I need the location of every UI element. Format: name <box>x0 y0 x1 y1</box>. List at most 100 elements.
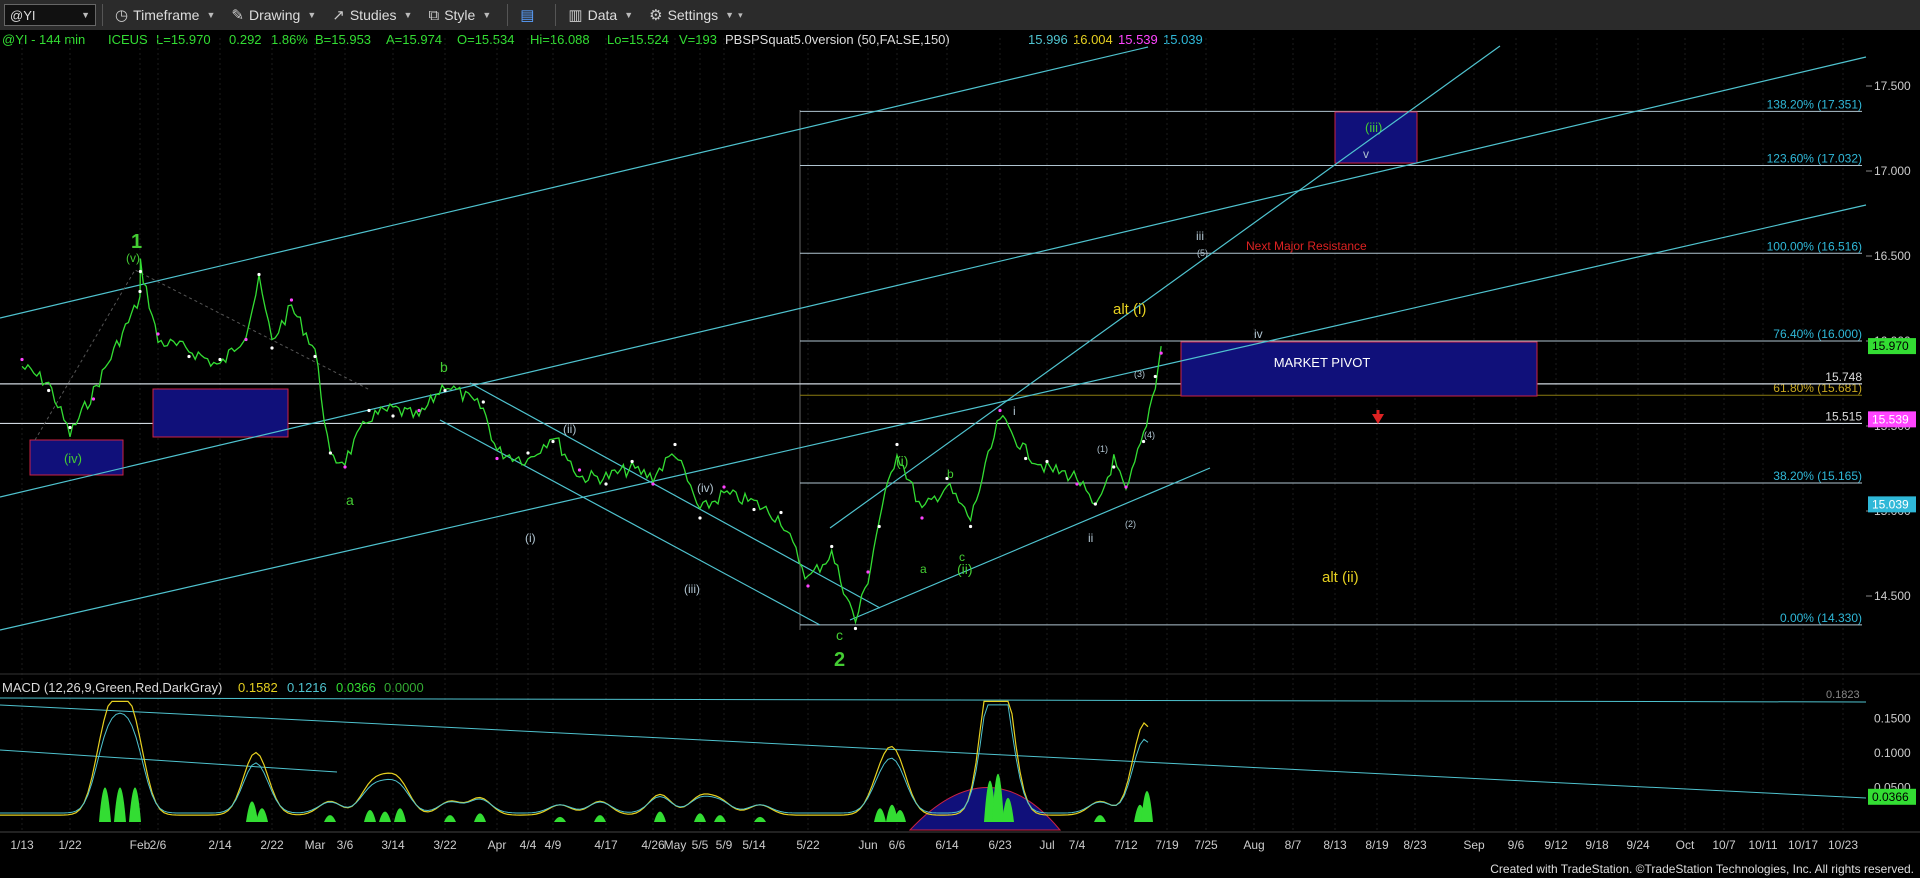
price-marker <box>289 298 294 302</box>
wave-ii-paren-label: (ii) <box>563 422 576 436</box>
x-tick-label: 2/6 <box>150 838 167 852</box>
studies-menu[interactable]: ↗ Studies ▼ <box>326 3 418 27</box>
x-tick-label: 3/6 <box>337 838 354 852</box>
price-marker <box>1093 502 1097 506</box>
studies-icon: ↗ <box>332 7 345 24</box>
price-marker <box>328 451 332 455</box>
price-marker <box>673 442 677 447</box>
x-tick-label: 8/13 <box>1323 838 1347 852</box>
x-tick-label: 10/11 <box>1748 838 1777 852</box>
x-tick-label: 7/25 <box>1194 838 1218 852</box>
wave-iv-small-label: iv <box>1254 327 1263 341</box>
x-tick-label: Feb <box>130 838 151 852</box>
chevron-down-icon: ▼ <box>307 10 317 20</box>
wave-iv-paren-label: (iv) <box>697 481 714 495</box>
study-name: PBSPSquat5.0version (50,FALSE,150) <box>725 32 950 47</box>
layout-button[interactable]: ▤ <box>514 3 545 27</box>
toolbar-divider <box>102 4 103 26</box>
price-marker <box>481 400 485 404</box>
price-marker <box>651 482 655 486</box>
price-marker <box>722 485 726 489</box>
price-marker <box>443 388 447 393</box>
price-marker <box>91 397 96 401</box>
price-marker <box>313 354 317 359</box>
net-change: 0.292 <box>229 32 262 47</box>
last-price: L=15.970 <box>156 32 211 47</box>
drawing-menu[interactable]: ✎ Drawing ▼ <box>225 3 322 27</box>
x-tick-label: 8/7 <box>1285 838 1302 852</box>
y-tick-label: 17.000 <box>1874 164 1911 178</box>
timeframe-label: Timeframe <box>133 7 200 23</box>
chevron-down-icon: ▼ <box>81 10 90 20</box>
price-marker <box>968 524 973 529</box>
x-tick-label: Mar <box>305 838 326 852</box>
x-tick-label: 7/4 <box>1069 838 1086 852</box>
x-tick-label: Aug <box>1243 838 1264 852</box>
style-menu[interactable]: ⧉ Style ▼ <box>422 3 497 27</box>
y-tick-label: 17.500 <box>1874 79 1911 93</box>
macd-hist-value: 0.0366 <box>336 680 376 695</box>
volume: V=193 <box>679 32 717 47</box>
data-menu[interactable]: ▥ Data ▼ <box>562 3 639 27</box>
pencil-icon: ✎ <box>231 7 244 24</box>
chart-area[interactable]: @YI - 144 min ICEUS L=15.970 0.292 1.86%… <box>0 30 1920 878</box>
price-marker <box>244 337 248 342</box>
chevron-down-icon: ▾ <box>738 9 743 20</box>
x-tick-label: 6/23 <box>988 838 1012 852</box>
level-label: 15.515 <box>1825 409 1862 423</box>
price-marker <box>551 439 555 444</box>
fib-level-label: 38.20% (15.165) <box>1773 469 1862 483</box>
macd-y-label: 0.1500 <box>1874 712 1911 726</box>
price-marker <box>156 332 160 336</box>
price-marker <box>1024 456 1028 461</box>
macd-zero-value: 0.0000 <box>384 680 424 695</box>
wave-a-label: a <box>346 492 354 508</box>
symbol-selector[interactable]: @YI ▼ <box>4 4 96 26</box>
y-tick-label: 16.500 <box>1874 249 1911 263</box>
timeframe-menu[interactable]: ◷ Timeframe ▼ <box>109 3 221 27</box>
x-tick-label: 1/13 <box>10 838 34 852</box>
price-marker <box>417 408 421 413</box>
macd-value: 0.1582 <box>238 680 278 695</box>
low-price: Lo=15.524 <box>607 32 669 47</box>
price-marker <box>920 516 924 520</box>
x-tick-label: Oct <box>1676 838 1695 852</box>
wave-ii-small-label: ii <box>1088 531 1093 545</box>
price-marker <box>895 442 899 447</box>
x-tick-label: 6/14 <box>935 838 959 852</box>
price-marker <box>526 451 530 455</box>
next-resistance-label: Next Major Resistance <box>1246 239 1367 253</box>
price-marker <box>830 544 834 549</box>
price-marker <box>495 456 499 461</box>
price-marker <box>866 570 870 574</box>
x-tick-label: 4/9 <box>545 838 562 852</box>
clock-icon: ◷ <box>115 7 129 24</box>
alt-i-label: alt (i) <box>1113 301 1146 318</box>
price-marker <box>604 482 608 486</box>
macd-label: MACD (12,26,9,Green,Red,DarkGray) <box>2 680 222 695</box>
wave-a-small-label: a <box>920 562 927 576</box>
fib-level-label: 123.60% (17.032) <box>1767 152 1862 166</box>
wave-4-small-label: (4) <box>1144 430 1155 440</box>
price-marker <box>47 388 51 393</box>
chevron-down-icon: ▼ <box>403 10 413 20</box>
x-tick-label: 9/18 <box>1585 838 1609 852</box>
level-label: 15.748 <box>1825 370 1862 384</box>
chevron-down-icon: ▼ <box>725 10 735 20</box>
wave-c-small-label: c <box>959 550 965 564</box>
market-pivot-label: MARKET PIVOT <box>1274 355 1371 370</box>
ask-price: A=15.974 <box>386 32 442 47</box>
chevron-down-icon: ▼ <box>624 10 634 20</box>
fib-level-label: 0.00% (14.330) <box>1780 611 1862 625</box>
price-marker <box>1159 351 1163 355</box>
toolbar: @YI ▼ ◷ Timeframe ▼ ✎ Drawing ▼ ↗ Studies ▼ ⧉ St… <box>0 0 1920 31</box>
wave-i-small-label: i <box>1013 404 1016 418</box>
x-tick-label: 10/23 <box>1828 838 1858 852</box>
wave-3-small-label: (3) <box>1134 369 1145 379</box>
chevron-down-icon: ▼ <box>482 10 492 20</box>
settings-menu[interactable]: ⚙ Settings ▼ ▾ <box>643 3 749 27</box>
price-marker <box>1112 465 1116 469</box>
price-marker <box>752 507 756 512</box>
price-marker <box>218 357 222 362</box>
study-value-4: 15.039 <box>1163 32 1203 47</box>
